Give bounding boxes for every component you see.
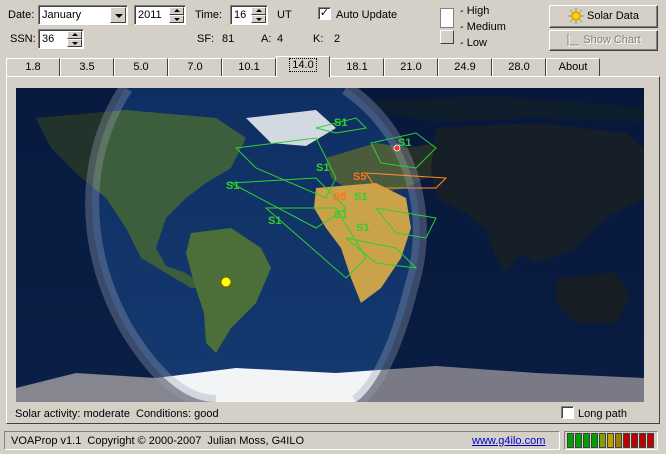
signal-label: S1: [334, 117, 347, 129]
a-value: 4: [277, 33, 284, 45]
tab-21-0[interactable]: 21.0: [384, 58, 438, 76]
meter-segment: [607, 433, 614, 448]
meter-segment: [583, 433, 590, 448]
sun-icon: [568, 8, 584, 25]
world-map: S1 S1 S5 S5 S1 S1 S1 S1 S1 S1: [16, 88, 644, 402]
signal-label: S1: [354, 191, 367, 203]
tab-1-8[interactable]: 1.8: [6, 58, 60, 76]
sf-value: 81: [222, 33, 235, 45]
website-link[interactable]: www.g4ilo.com: [472, 435, 545, 448]
chart-icon: [567, 34, 581, 47]
signal-label: S1: [356, 222, 369, 234]
tab-10-1[interactable]: 10.1: [222, 58, 276, 76]
auto-update-checkbox[interactable]: ✓: [318, 7, 331, 20]
meter-segment: [615, 433, 622, 448]
show-chart-button[interactable]: Show Chart: [549, 30, 658, 51]
signal-label: S1: [226, 180, 239, 192]
tab-3-5[interactable]: 3.5: [60, 58, 114, 76]
copyright-text: VOAProp v1.1 Copyright © 2000-2007 Julia…: [11, 435, 305, 447]
tab-7-0[interactable]: 7.0: [168, 58, 222, 76]
meter-segment: [639, 433, 646, 448]
show-chart-label: Show Chart: [583, 34, 641, 46]
hour-stepper[interactable]: 16: [230, 5, 268, 25]
meter-segment: [647, 433, 654, 448]
meter-segment: [575, 433, 582, 448]
signal-meter: [564, 431, 658, 450]
k-label: K:: [313, 33, 324, 45]
solar-activity-text: Solar activity: moderate: [15, 408, 130, 420]
tab-18-1[interactable]: 18.1: [330, 58, 384, 76]
tab-28-0[interactable]: 28.0: [492, 58, 546, 76]
level-slider[interactable]: [440, 8, 456, 46]
legend-high: - High: [460, 5, 490, 17]
meter-segment: [591, 433, 598, 448]
propagation-map[interactable]: S1 S1 S5 S5 S1 S1 S1 S1 S1 S1: [16, 88, 644, 402]
signal-label: S1: [334, 209, 347, 221]
ssn-value: 36: [42, 33, 55, 45]
slider-thumb[interactable]: [440, 30, 454, 44]
spin-down-icon[interactable]: [169, 15, 184, 23]
chevron-down-icon[interactable]: [110, 7, 126, 23]
solar-data-label: Solar Data: [587, 10, 639, 22]
legend-low: - Low: [460, 37, 487, 49]
station-marker[interactable]: [393, 144, 401, 152]
long-path-label: Long path: [578, 408, 627, 420]
month-select[interactable]: January: [38, 5, 128, 25]
sf-label: SF:: [197, 33, 215, 45]
long-path-checkbox[interactable]: [561, 406, 574, 419]
k-value: 2: [334, 33, 341, 45]
tab-5-0[interactable]: 5.0: [114, 58, 168, 76]
meter-segment: [599, 433, 606, 448]
legend-medium: - Medium: [460, 21, 506, 33]
slider-track: [440, 8, 454, 28]
status-bar: VOAProp v1.1 Copyright © 2000-2007 Julia…: [4, 431, 560, 450]
year-value: 2011: [138, 9, 162, 21]
tab-14-0[interactable]: 14.0: [276, 56, 330, 77]
month-value: January: [42, 9, 82, 21]
auto-update-label: Auto Update: [336, 9, 398, 21]
spin-down-icon[interactable]: [67, 39, 82, 47]
spin-up-icon[interactable]: [169, 7, 184, 15]
ssn-stepper[interactable]: 36: [38, 29, 84, 49]
year-stepper[interactable]: 2011: [134, 5, 186, 25]
signal-label: S1: [316, 162, 329, 174]
hour-value: 16: [234, 9, 247, 21]
solar-data-button[interactable]: Solar Data: [549, 5, 658, 28]
meter-segment: [623, 433, 630, 448]
signal-label: S5: [333, 191, 346, 203]
a-label: A:: [261, 33, 272, 45]
tab-24-9[interactable]: 24.9: [438, 58, 492, 76]
signal-label: S1: [268, 215, 281, 227]
date-label: Date:: [8, 9, 35, 21]
time-label: Time:: [195, 9, 223, 21]
meter-segment: [631, 433, 638, 448]
meter-segment: [567, 433, 574, 448]
conditions-text: Conditions: good: [136, 408, 219, 420]
spin-down-icon[interactable]: [251, 15, 266, 23]
signal-label: S5: [353, 171, 366, 183]
sun-position-marker: [220, 276, 232, 288]
ut-label: UT: [277, 9, 292, 21]
spin-up-icon[interactable]: [251, 7, 266, 15]
spin-up-icon[interactable]: [67, 31, 82, 39]
ssn-label: SSN:: [10, 33, 36, 45]
tab-about[interactable]: About: [546, 58, 600, 76]
